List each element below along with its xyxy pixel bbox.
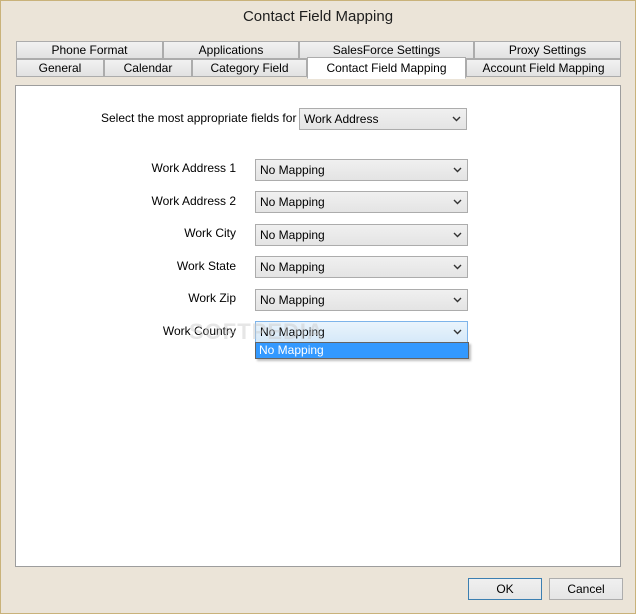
chevron-down-icon bbox=[451, 192, 463, 212]
address-type-value: Work Address bbox=[304, 112, 379, 126]
mapping-select-work-city[interactable]: No Mapping bbox=[255, 224, 468, 246]
chevron-down-icon bbox=[450, 109, 462, 129]
chevron-down-icon bbox=[451, 290, 463, 310]
mapping-select-work-address-2[interactable]: No Mapping bbox=[255, 191, 468, 213]
mapping-value: No Mapping bbox=[260, 163, 325, 177]
mapping-value: No Mapping bbox=[260, 228, 325, 242]
tab-proxy-settings[interactable]: Proxy Settings bbox=[474, 41, 621, 59]
selector-label: Select the most appropriate fields for bbox=[101, 111, 297, 125]
chevron-down-icon bbox=[451, 225, 463, 245]
field-label-work-address-1: Work Address 1 bbox=[151, 161, 236, 175]
field-label-work-city: Work City bbox=[184, 226, 236, 240]
mapping-select-work-state[interactable]: No Mapping bbox=[255, 256, 468, 278]
tab-general[interactable]: General bbox=[16, 59, 104, 77]
window-title: Contact Field Mapping bbox=[242, 8, 394, 25]
chevron-down-icon bbox=[451, 257, 463, 277]
dropdown-option-no-mapping[interactable]: No Mapping bbox=[256, 343, 468, 358]
cancel-button[interactable]: Cancel bbox=[549, 578, 623, 600]
mapping-value: No Mapping bbox=[260, 260, 325, 274]
mapping-select-work-country[interactable]: No Mapping bbox=[255, 321, 468, 343]
chevron-down-icon bbox=[451, 160, 463, 180]
mapping-value: No Mapping bbox=[260, 293, 325, 307]
tab-phone-format[interactable]: Phone Format bbox=[16, 41, 163, 59]
tab-applications[interactable]: Applications bbox=[163, 41, 299, 59]
field-label-work-state: Work State bbox=[176, 259, 236, 273]
mapping-value: No Mapping bbox=[260, 195, 325, 209]
dropdown-list: No Mapping bbox=[255, 342, 469, 359]
tab-account-field-mapping[interactable]: Account Field Mapping bbox=[466, 59, 621, 77]
tab-contact-field-mapping[interactable]: Contact Field Mapping bbox=[307, 57, 466, 79]
mapping-value: No Mapping bbox=[260, 325, 325, 339]
field-label-work-zip: Work Zip bbox=[188, 291, 236, 305]
tab-category-field[interactable]: Category Field bbox=[192, 59, 307, 77]
field-label-work-country: Work Country bbox=[162, 324, 236, 338]
mapping-select-work-address-1[interactable]: No Mapping bbox=[255, 159, 468, 181]
tab-calendar[interactable]: Calendar bbox=[104, 59, 192, 77]
dialog-window: Contact Field Mapping Phone Format Appli… bbox=[0, 0, 636, 614]
chevron-down-icon bbox=[451, 322, 463, 342]
mapping-select-work-zip[interactable]: No Mapping bbox=[255, 289, 468, 311]
address-type-select[interactable]: Work Address bbox=[299, 108, 467, 130]
ok-button[interactable]: OK bbox=[468, 578, 542, 600]
field-label-work-address-2: Work Address 2 bbox=[151, 194, 236, 208]
